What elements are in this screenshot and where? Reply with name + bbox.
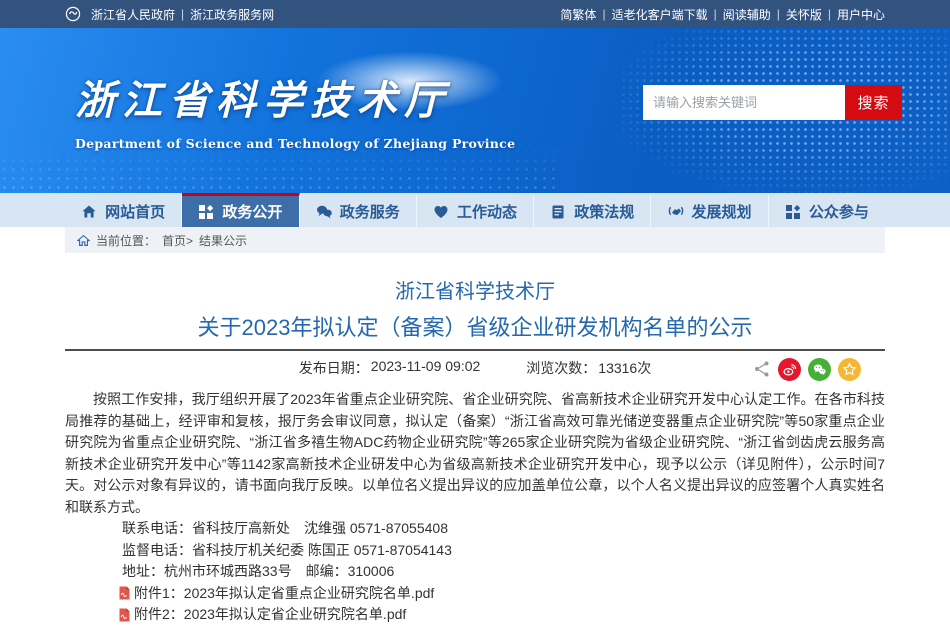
- wechat-share-button[interactable]: [808, 358, 831, 381]
- top-utility-bar: 浙江省人民政府 | 浙江政务服务网 简繁体 | 适老化客户端下载 | 阅读辅助 …: [0, 0, 950, 28]
- attachment-row: 附件1：2023年拟认定省重点企业研究院名单.pdf: [118, 583, 885, 605]
- nav-label: 政务公开: [222, 201, 282, 222]
- separator: |: [602, 7, 605, 21]
- separator: |: [777, 7, 780, 21]
- heart-icon: [433, 204, 449, 220]
- wechat-icon: [812, 362, 827, 377]
- nav-item-public-participation[interactable]: 公众参与: [769, 193, 885, 227]
- topbar-link-care-version[interactable]: 关怀版: [786, 6, 822, 23]
- topbar-link-user-center[interactable]: 用户中心: [837, 6, 885, 23]
- contact-info: 联系电话：省科技厅高新处 沈维强 0571-87055408 监督电话：省科技厅…: [65, 518, 885, 583]
- nav-label: 发展规划: [692, 201, 752, 222]
- participate-icon: [785, 204, 801, 220]
- view-count-value: 13316次: [598, 358, 651, 378]
- separator: |: [181, 7, 184, 21]
- qzone-star-icon: [842, 362, 857, 377]
- handshake-icon: [668, 204, 684, 220]
- nav-label: 政策法规: [574, 201, 634, 222]
- topbar-link-service-net[interactable]: 浙江政务服务网: [190, 6, 274, 23]
- site-banner: 浙江省科学技术厅 Department of Science and Techn…: [0, 28, 950, 193]
- search-input[interactable]: [643, 85, 845, 120]
- main-navigation: 网站首页 政务公开 政务服务 工作动态 政策法规: [0, 193, 950, 227]
- nav-label: 公众参与: [809, 201, 869, 222]
- article-meta-bar: 发布日期： 2023-11-09 09:02 浏览次数： 13316次: [65, 349, 885, 385]
- topbar-link-gov[interactable]: 浙江省人民政府: [91, 6, 175, 23]
- weibo-icon: [782, 362, 797, 377]
- topbar-link-elderly-client[interactable]: 适老化客户端下载: [612, 6, 708, 23]
- nav-item-home[interactable]: 网站首页: [65, 193, 182, 227]
- publish-date-value: 2023-11-09 09:02: [371, 358, 481, 378]
- article-title-line1: 浙江省科学技术厅: [65, 279, 885, 305]
- search-box: 搜索: [643, 85, 902, 120]
- site-logo: 浙江省科学技术厅 Department of Science and Techn…: [75, 68, 515, 151]
- address-postcode: 地址：杭州市环城西路33号 邮编：310006: [122, 561, 885, 583]
- attachment-row: 附件2：2023年拟认定省企业研究院名单.pdf: [118, 604, 885, 626]
- qzone-share-button[interactable]: [838, 358, 861, 381]
- zhejiang-gov-emblem-icon: [65, 6, 81, 22]
- breadcrumb-wrap: 当前位置： 首页> 结果公示: [0, 227, 950, 253]
- nav-label: 网站首页: [105, 201, 165, 222]
- share-buttons: [753, 351, 861, 387]
- gov-open-icon: [198, 204, 214, 220]
- chat-bubbles-icon: [316, 204, 332, 220]
- article-paragraph: 按照工作安排，我厅组织开展了2023年省重点企业研究院、省企业研究院、省高新技术…: [65, 389, 885, 518]
- topbar-link-simplified-traditional[interactable]: 简繁体: [560, 6, 596, 23]
- separator: |: [714, 7, 717, 21]
- publish-date: 发布日期： 2023-11-09 09:02: [299, 358, 481, 378]
- separator: |: [828, 7, 831, 21]
- contact-phone: 联系电话：省科技厅高新处 沈维强 0571-87055408: [122, 518, 885, 540]
- nav-label: 政务服务: [340, 201, 400, 222]
- search-button[interactable]: 搜索: [845, 85, 902, 120]
- site-title-english: Department of Science and Technology of …: [75, 136, 515, 151]
- weibo-share-button[interactable]: [778, 358, 801, 381]
- view-count: 浏览次数： 13316次: [526, 358, 651, 378]
- home-icon: [77, 234, 90, 247]
- view-count-label: 浏览次数：: [526, 358, 596, 378]
- nav-item-gov-open[interactable]: 政务公开: [182, 193, 299, 227]
- share-nodes-icon[interactable]: [753, 360, 771, 378]
- topbar-right-links: 简繁体 | 适老化客户端下载 | 阅读辅助 | 关怀版 | 用户中心: [560, 6, 885, 23]
- topbar-link-reading-aid[interactable]: 阅读辅助: [723, 6, 771, 23]
- home-icon: [81, 204, 97, 220]
- topbar-left-links: 浙江省人民政府 | 浙江政务服务网: [65, 6, 274, 23]
- nav-item-gov-service[interactable]: 政务服务: [300, 193, 417, 227]
- attachment-link-2[interactable]: 附件2：2023年拟认定省企业研究院名单.pdf: [134, 604, 406, 626]
- article-title-line2: 关于2023年拟认定（备案）省级企业研发机构名单的公示: [65, 313, 885, 343]
- pdf-icon: [118, 608, 131, 622]
- pdf-icon: [118, 586, 131, 600]
- nav-item-development-plan[interactable]: 发展规划: [651, 193, 768, 227]
- attachment-list: 附件1：2023年拟认定省重点企业研究院名单.pdf 附件2：2023年拟认定省…: [65, 583, 885, 626]
- supervision-phone: 监督电话：省科技厅机关纪委 陈国正 0571-87054143: [122, 540, 885, 562]
- site-title: 浙江省科学技术厅: [75, 68, 515, 126]
- publish-date-label: 发布日期：: [299, 358, 369, 378]
- document-icon: [550, 204, 566, 220]
- breadcrumb-home-link[interactable]: 首页>: [162, 232, 193, 249]
- nav-item-work-news[interactable]: 工作动态: [417, 193, 534, 227]
- breadcrumb-label: 当前位置：: [96, 232, 156, 249]
- breadcrumb: 当前位置： 首页> 结果公示: [65, 227, 885, 253]
- attachment-link-1[interactable]: 附件1：2023年拟认定省重点企业研究院名单.pdf: [134, 583, 434, 605]
- nav-label: 工作动态: [457, 201, 517, 222]
- nav-item-policy[interactable]: 政策法规: [534, 193, 651, 227]
- article: 浙江省科学技术厅 关于2023年拟认定（备案）省级企业研发机构名单的公示 发布日…: [0, 253, 950, 626]
- breadcrumb-current: 结果公示: [199, 232, 247, 249]
